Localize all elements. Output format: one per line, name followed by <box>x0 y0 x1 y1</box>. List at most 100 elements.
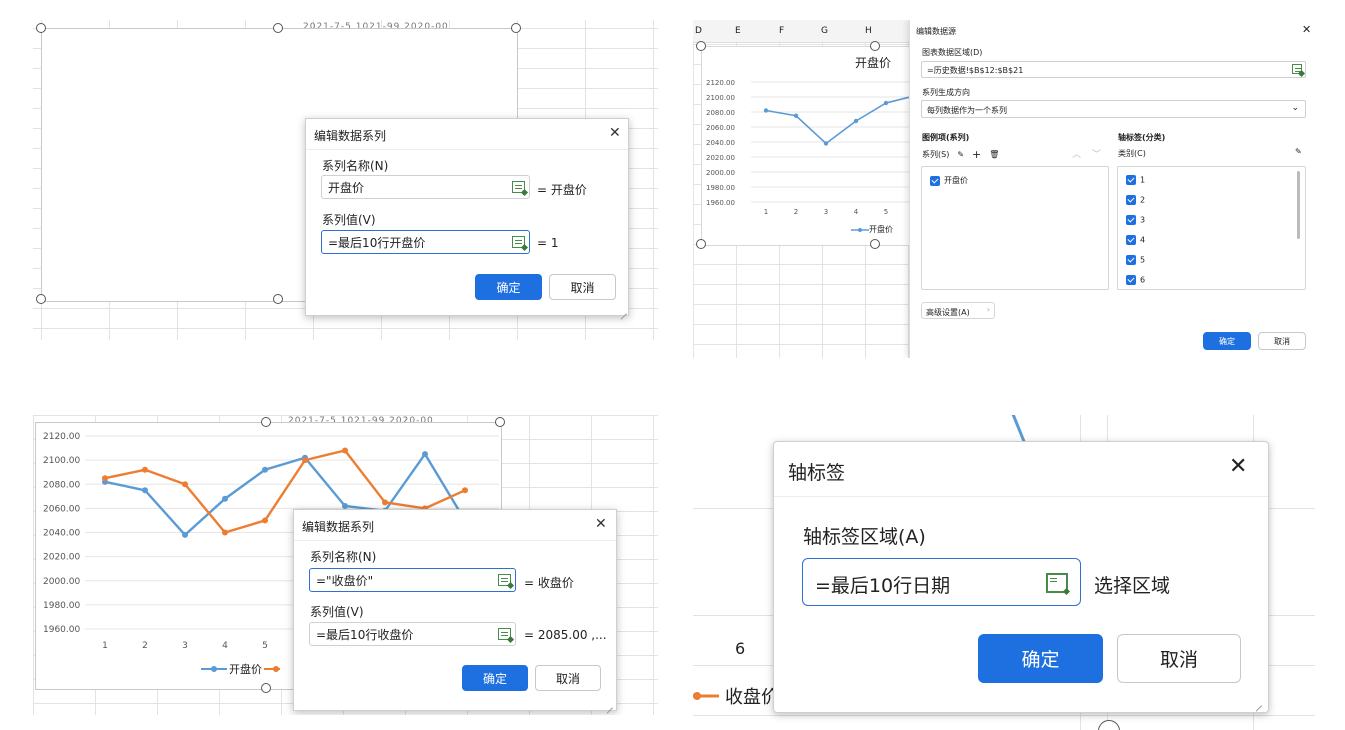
ok-button[interactable]: 确定 <box>475 274 542 300</box>
list-item[interactable]: 2 <box>1126 195 1145 205</box>
dialog-title: 编辑数据源 <box>916 27 956 36</box>
ok-button[interactable]: 确定 <box>1203 332 1251 350</box>
move-up-icon[interactable]: ︿ <box>1072 147 1081 160</box>
data-point <box>302 457 308 464</box>
range-select-icon[interactable] <box>512 181 525 193</box>
legend-line-icon <box>264 666 280 672</box>
data-point <box>182 481 188 488</box>
checkbox[interactable] <box>1126 255 1136 265</box>
list-item[interactable]: 开盘价 <box>930 175 968 186</box>
range-select-icon[interactable] <box>1046 573 1068 593</box>
resize-handle[interactable] <box>511 23 521 33</box>
ok-button[interactable]: 确定 <box>978 634 1103 683</box>
list-item[interactable]: 6 <box>1126 275 1145 285</box>
edit-icon[interactable]: ✎ <box>957 150 964 159</box>
x-tick-label: 2 <box>794 208 798 216</box>
resize-handle[interactable] <box>273 23 283 33</box>
checkbox[interactable] <box>930 175 940 186</box>
series-name-label: 系列名称(N) <box>322 159 389 173</box>
range-select-icon[interactable] <box>498 628 511 640</box>
cell-value: 6 <box>735 639 746 658</box>
series-name-input[interactable]: 开盘价 <box>321 175 530 199</box>
x-tick-label: 5 <box>884 208 888 216</box>
range-select-icon[interactable] <box>498 574 511 586</box>
scrollbar[interactable] <box>1297 171 1300 239</box>
checkbox[interactable] <box>1126 275 1136 285</box>
close-icon[interactable]: ✕ <box>609 126 621 140</box>
close-icon[interactable]: ✕ <box>595 517 607 531</box>
series-values-label: 系列值(V) <box>310 605 364 619</box>
series-list: 开盘价 <box>921 166 1109 290</box>
direction-label: 系列生成方向 <box>922 88 970 97</box>
range-select-icon[interactable] <box>512 236 525 248</box>
resize-grip-icon[interactable] <box>605 700 613 708</box>
data-point <box>883 100 889 106</box>
y-tick-label: 2000.00 <box>43 577 80 587</box>
direction-select[interactable]: 每列数据作为一个系列 ⌄ <box>921 100 1306 118</box>
y-tick-label: 2120.00 <box>706 79 735 87</box>
axis-label-dialog: 轴标签 ✕ 轴标签区域(A) =最后10行日期 选择区域 确定 取消 <box>773 441 1269 713</box>
resize-handle[interactable] <box>1098 720 1120 730</box>
category-label: 类别(C) <box>1118 149 1146 158</box>
cancel-button[interactable]: 取消 <box>1117 634 1241 683</box>
cancel-button[interactable]: 取消 <box>549 274 616 300</box>
series-values-input[interactable]: =最后10行开盘价 <box>321 230 530 254</box>
x-tick-label: 3 <box>182 641 188 651</box>
delete-icon[interactable]: 🗑 <box>989 150 999 159</box>
list-item[interactable]: 4 <box>1126 235 1145 245</box>
cancel-button[interactable]: 取消 <box>1258 332 1306 350</box>
data-point <box>422 451 428 458</box>
legend-line-icon <box>693 692 719 700</box>
range-select-icon[interactable] <box>1292 64 1302 74</box>
series-values-preview: = 2085.00 ,... <box>524 628 607 642</box>
dialog-title: 编辑数据系列 <box>314 129 387 143</box>
dialog-title: 编辑数据系列 <box>302 520 375 534</box>
close-icon[interactable]: ✕ <box>1229 456 1247 478</box>
move-down-icon[interactable]: ﹀ <box>1092 147 1101 160</box>
x-tick-label: 5 <box>262 641 268 651</box>
series-name-label: 系列名称(N) <box>310 550 377 564</box>
advanced-settings-button[interactable]: 高级设置(A) › <box>921 302 995 319</box>
list-item[interactable]: 3 <box>1126 215 1145 225</box>
series-label: 系列(S) <box>922 150 950 159</box>
data-point <box>462 487 468 494</box>
data-point <box>182 531 188 538</box>
resize-handle[interactable] <box>36 23 46 33</box>
series-values-label: 系列值(V) <box>322 213 376 227</box>
legend: 开盘价 <box>851 224 893 235</box>
series-values-input[interactable]: =最后10行收盘价 <box>309 622 516 646</box>
checkbox[interactable] <box>1126 215 1136 225</box>
data-point <box>342 447 348 454</box>
resize-handle[interactable] <box>36 294 46 304</box>
data-point <box>823 141 829 146</box>
list-item[interactable]: 5 <box>1126 255 1145 265</box>
legend-label: 开盘价 <box>869 225 893 234</box>
y-tick-label: 2000.00 <box>706 169 735 177</box>
series-name-preview: = 开盘价 <box>537 183 587 197</box>
range-input[interactable]: =最后10行日期 <box>802 558 1081 606</box>
legend-line-icon <box>201 666 227 672</box>
ok-button[interactable]: 确定 <box>462 665 528 691</box>
y-tick-label: 1980.00 <box>706 184 735 192</box>
resize-handle[interactable] <box>273 294 283 304</box>
y-tick-label: 2040.00 <box>706 139 735 147</box>
edit-icon[interactable]: ✎ <box>1295 147 1302 156</box>
category-list: 1 2 3 4 5 6 <box>1117 166 1306 290</box>
close-icon[interactable]: ✕ <box>1302 23 1311 36</box>
legend-line-icon <box>851 227 869 232</box>
chevron-down-icon: ⌄ <box>1291 103 1299 113</box>
cancel-button[interactable]: 取消 <box>535 665 601 691</box>
range-input[interactable]: =历史数据!$B$12:$B$21 <box>921 61 1306 78</box>
data-point <box>222 529 228 536</box>
checkbox[interactable] <box>1126 175 1136 185</box>
resize-grip-icon[interactable] <box>1250 694 1262 706</box>
y-tick-label: 2060.00 <box>706 124 735 132</box>
y-tick-label: 2120.00 <box>43 432 80 442</box>
checkbox[interactable] <box>1126 195 1136 205</box>
series-name-input[interactable]: ="收盘价" <box>309 568 516 592</box>
list-item[interactable]: 1 <box>1126 175 1145 185</box>
checkbox[interactable] <box>1126 235 1136 245</box>
add-icon[interactable]: + <box>972 148 981 161</box>
resize-grip-icon[interactable] <box>619 306 627 314</box>
panel-4: 6 收盘价 轴标签 ✕ 轴标签区域(A) =最后10行日期 选择区域 确定 取消 <box>693 415 1315 730</box>
